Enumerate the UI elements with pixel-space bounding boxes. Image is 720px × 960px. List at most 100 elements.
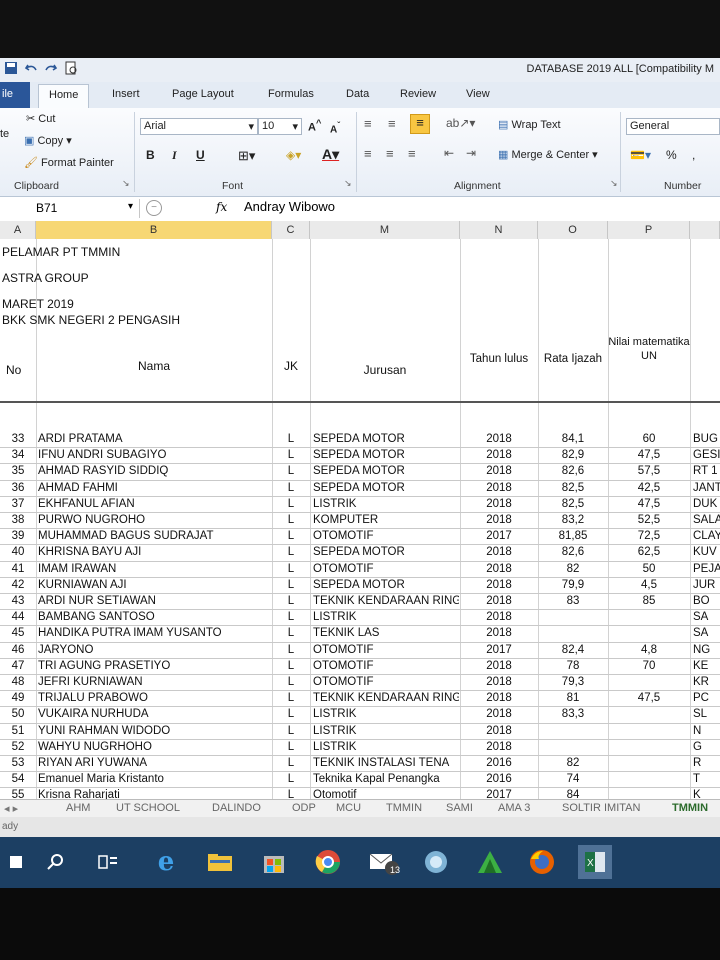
table-row[interactable]: 35 AHMAD RASYID SIDDIQ L SEPEDA MOTOR 2018 82…: [0, 464, 720, 481]
cell-tahun-lulus[interactable]: 2018: [460, 692, 538, 704]
merge-center-button[interactable]: ▦ Merge & Center ▾: [498, 148, 598, 161]
sheet-tab[interactable]: DALINDO: [212, 802, 261, 814]
cell-nilai[interactable]: 72,5: [608, 530, 690, 542]
paste-button[interactable]: te: [0, 128, 9, 140]
cell-jurusan[interactable]: SEPEDA MOTOR: [313, 546, 459, 558]
align-right-icon[interactable]: ≡: [408, 146, 416, 161]
cell-jurusan[interactable]: SEPEDA MOTOR: [313, 465, 459, 477]
info-line[interactable]: BKK SMK NEGERI 2 PENGASIH: [2, 313, 180, 327]
cell-tahun-lulus[interactable]: 2018: [460, 514, 538, 526]
cell-tahun-lulus[interactable]: 2018: [460, 449, 538, 461]
sheet-tab[interactable]: AMA 3: [498, 802, 530, 814]
cell-tahun-lulus[interactable]: 2018: [460, 676, 538, 688]
formula-expand-icon[interactable]: −: [146, 200, 162, 216]
cell-rata-ijazah[interactable]: 78: [538, 660, 608, 672]
ie-icon[interactable]: [420, 845, 452, 879]
cell-nama[interactable]: KHRISNA BAYU AJI: [38, 546, 270, 558]
cell-rata-ijazah[interactable]: 84: [538, 789, 608, 799]
cell-tahun-lulus[interactable]: 2018: [460, 627, 538, 639]
table-row[interactable]: 33 ARDI PRATAMA L SEPEDA MOTOR 2018 84,1 60 BUG: [0, 432, 720, 449]
cell-tahun-lulus[interactable]: 2018: [460, 741, 538, 753]
cell-nilai[interactable]: 42,5: [608, 482, 690, 494]
cell-jurusan[interactable]: SEPEDA MOTOR: [313, 579, 459, 591]
cell-jk[interactable]: L: [272, 725, 310, 737]
header-jk[interactable]: JK: [272, 359, 310, 373]
cell-no[interactable]: 39: [0, 530, 36, 542]
column-header-b[interactable]: B: [36, 221, 272, 239]
cell-tahun-lulus[interactable]: 2018: [460, 660, 538, 672]
table-row[interactable]: 38 PURWO NUGROHO L KOMPUTER 2018 83,2 52,5 SALA: [0, 513, 720, 530]
cell-tahun-lulus[interactable]: 2016: [460, 773, 538, 785]
cell-rata-ijazah[interactable]: 82: [538, 563, 608, 575]
header-nama[interactable]: Nama: [36, 359, 272, 373]
cell-jurusan[interactable]: Otomotif: [313, 789, 459, 799]
firefox-icon[interactable]: [526, 845, 558, 879]
borders-icon[interactable]: ⊞▾: [238, 148, 255, 164]
cell-jk[interactable]: L: [272, 498, 310, 510]
header-nilai-matematika[interactable]: Nilai matematika UN: [608, 335, 690, 363]
cell-nilai[interactable]: 4,5: [608, 579, 690, 591]
cell-nilai[interactable]: 47,5: [608, 498, 690, 510]
cell-nama[interactable]: EKHFANUL AFIAN: [38, 498, 270, 510]
table-row[interactable]: 36 AHMAD FAHMI L SEPEDA MOTOR 2018 82,5 42,5 JA…: [0, 481, 720, 497]
decrease-indent-icon[interactable]: ⇤: [444, 146, 454, 160]
wrap-text-button[interactable]: ▤ Wrap Text: [498, 118, 561, 131]
tab-data[interactable]: Data: [346, 88, 369, 100]
percent-button[interactable]: %: [666, 148, 677, 162]
increase-indent-icon[interactable]: ⇥: [466, 146, 476, 160]
cell-no[interactable]: 38: [0, 514, 36, 526]
cell-jurusan[interactable]: LISTRIK: [313, 498, 459, 510]
cell-no[interactable]: 52: [0, 741, 36, 753]
table-row[interactable]: 40 KHRISNA BAYU AJI L SEPEDA MOTOR 2018 82,6 6…: [0, 545, 720, 562]
cell-nama[interactable]: YUNI RAHMAN WIDODO: [38, 725, 270, 737]
cell-no[interactable]: 42: [0, 579, 36, 591]
cell-no[interactable]: 45: [0, 627, 36, 639]
cell-jk[interactable]: L: [272, 482, 310, 494]
font-color-icon[interactable]: A▾: [322, 146, 339, 163]
cell-rata-ijazah[interactable]: 83,3: [538, 708, 608, 720]
column-header-n[interactable]: N: [460, 221, 538, 239]
grow-font-button[interactable]: A^: [308, 118, 321, 134]
cut-button[interactable]: ✂ Cut: [26, 112, 55, 125]
cell-jurusan[interactable]: KOMPUTER: [313, 514, 459, 526]
cell-jk[interactable]: L: [272, 692, 310, 704]
cell-jurusan[interactable]: TEKNIK LAS: [313, 627, 459, 639]
cell-nilai[interactable]: 85: [608, 595, 690, 607]
cell-nilai[interactable]: 47,5: [608, 692, 690, 704]
cell-nama[interactable]: RIYAN ARI YUWANA: [38, 757, 270, 769]
align-top-icon[interactable]: ≡: [364, 116, 372, 131]
column-header-extra[interactable]: [690, 221, 720, 239]
cell-rata-ijazah[interactable]: 83,2: [538, 514, 608, 526]
cell-nilai[interactable]: 50: [608, 563, 690, 575]
align-center-icon[interactable]: ≡: [386, 146, 394, 161]
sheet-tab[interactable]: UT SCHOOL: [116, 802, 180, 814]
cell-jk[interactable]: L: [272, 708, 310, 720]
sheet-tab-active[interactable]: TMMIN: [672, 802, 708, 814]
column-header-a[interactable]: A: [0, 221, 36, 239]
cell-jurusan[interactable]: OTOMOTIF: [313, 530, 459, 542]
cell-extra[interactable]: GESI: [693, 449, 720, 461]
store-icon[interactable]: [258, 845, 290, 879]
cell-nilai[interactable]: 70: [608, 660, 690, 672]
table-row[interactable]: 53 RIYAN ARI YUWANA L TEKNIK INSTALASI TENA…: [0, 756, 720, 773]
header-no[interactable]: No: [0, 363, 36, 377]
cell-jk[interactable]: L: [272, 611, 310, 623]
cell-nilai[interactable]: 57,5: [608, 465, 690, 477]
cell-extra[interactable]: SA: [693, 627, 720, 639]
tab-insert[interactable]: Insert: [112, 88, 140, 100]
cell-tahun-lulus[interactable]: 2017: [460, 789, 538, 799]
font-name-select[interactable]: Arial ▾: [140, 118, 258, 135]
cell-no[interactable]: 40: [0, 546, 36, 558]
cell-nilai[interactable]: 52,5: [608, 514, 690, 526]
cell-no[interactable]: 37: [0, 498, 36, 510]
name-box[interactable]: B71 ▾: [0, 199, 140, 218]
cell-jk[interactable]: L: [272, 514, 310, 526]
number-format-select[interactable]: General: [626, 118, 720, 135]
table-row[interactable]: 51 YUNI RAHMAN WIDODO L LISTRIK 2018 N: [0, 724, 720, 740]
cell-tahun-lulus[interactable]: 2018: [460, 579, 538, 591]
column-header-o[interactable]: O: [538, 221, 608, 239]
cell-extra[interactable]: CLAY: [693, 530, 720, 542]
cell-extra[interactable]: BUG: [693, 433, 720, 445]
cell-jurusan[interactable]: TEKNIK INSTALASI TENA: [313, 757, 459, 769]
cell-rata-ijazah[interactable]: 79,9: [538, 579, 608, 591]
